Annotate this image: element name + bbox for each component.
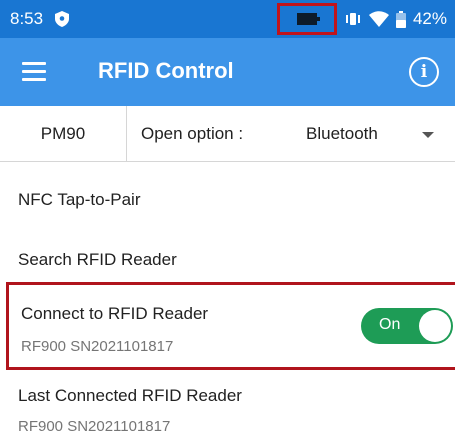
highlight-box-battery-saver (276, 3, 337, 35)
open-option-select[interactable]: Bluetooth (306, 124, 378, 144)
option-row: PM90 Open option : Bluetooth (0, 106, 455, 162)
battery-percentage: 42% (412, 9, 447, 28)
connect-rfid-reader-item[interactable]: Connect to RFID Reader RF900 SN202110181… (6, 282, 455, 370)
toggle-knob (419, 310, 451, 342)
shield-icon (55, 11, 70, 27)
connect-subtitle: RF900 SN2021101817 (21, 338, 174, 355)
app-bar: RFID Control i (0, 38, 455, 106)
wifi-icon (368, 11, 389, 27)
battery-icon (395, 10, 406, 28)
status-bar: 8:53 42% (0, 0, 455, 38)
battery-saver-icon (296, 13, 320, 25)
last-connected-subtitle: RF900 SN2021101817 (18, 418, 171, 435)
connect-toggle[interactable]: On (361, 308, 453, 344)
last-connected-title[interactable]: Last Connected RFID Reader (18, 386, 242, 406)
nfc-tap-to-pair-item[interactable]: NFC Tap-to-Pair (18, 190, 141, 210)
search-rfid-reader-item[interactable]: Search RFID Reader (18, 250, 177, 270)
info-icon[interactable]: i (409, 57, 439, 87)
hamburger-menu-icon[interactable] (22, 62, 46, 82)
toggle-label: On (379, 316, 401, 333)
info-icon-glyph: i (420, 62, 428, 82)
dropdown-arrow-icon[interactable] (422, 132, 434, 138)
connect-title: Connect to RFID Reader (21, 304, 209, 323)
device-model: PM90 (0, 106, 127, 161)
open-option-label: Open option : (141, 124, 244, 143)
vibrate-icon (345, 13, 360, 25)
status-icons: 42% (276, 3, 447, 35)
status-time: 8:53 (10, 9, 44, 28)
page-title: RFID Control (98, 58, 234, 83)
